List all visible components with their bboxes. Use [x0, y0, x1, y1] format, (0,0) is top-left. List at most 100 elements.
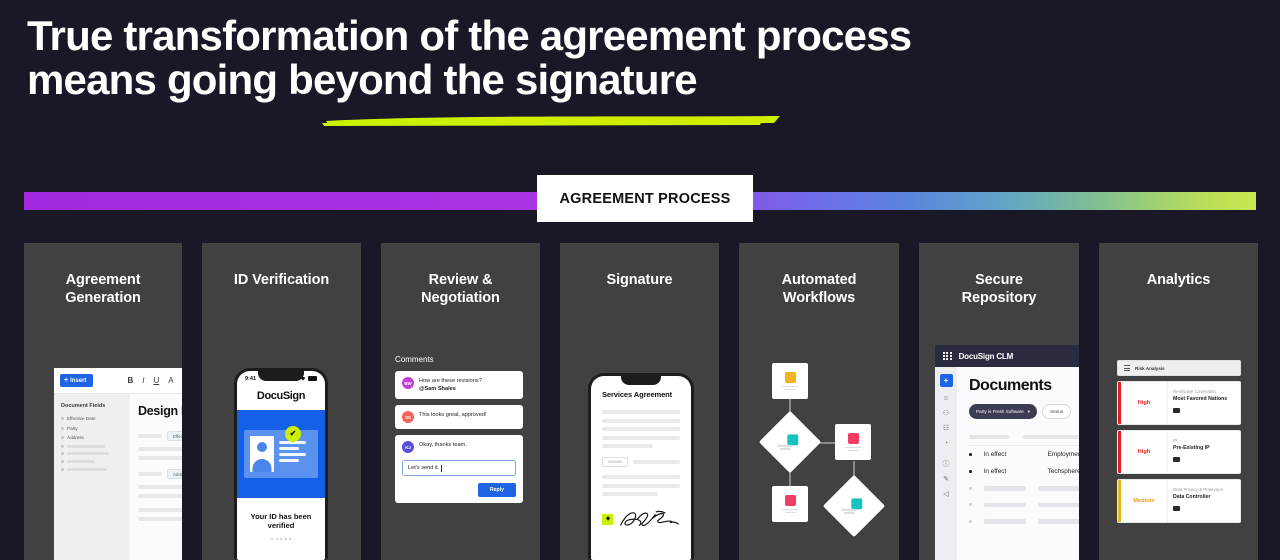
list-icon[interactable]: ☷ — [943, 425, 949, 432]
field-item[interactable]: Party — [61, 426, 123, 431]
clm-sidebar: + ☺ ⚇ ☷ ◔ ⓘ ✎ ◁ — [935, 367, 957, 560]
workflow-node-square[interactable] — [772, 363, 808, 399]
card-signature[interactable]: Signature Services Agreement 00/00/00 — [560, 243, 719, 560]
underline-icon[interactable]: U — [153, 376, 159, 385]
skeleton-line — [602, 483, 680, 488]
skeleton-line — [602, 427, 680, 431]
comment-item[interactable]: SS This looks great, approved! — [395, 405, 523, 429]
field-item[interactable]: Effective Date — [61, 416, 123, 421]
phone-screen: 9:41 DocuSign ✔ Your ID has been verifie… — [237, 371, 325, 560]
field-item[interactable]: Address — [61, 435, 123, 440]
skeleton-line — [279, 459, 299, 462]
skeleton-line — [602, 475, 680, 479]
card-secure-repository[interactable]: Secure Repository DocuSign CLM Search + … — [919, 243, 1079, 560]
info-icon[interactable]: ⓘ — [943, 461, 950, 468]
skeleton-line — [1037, 519, 1079, 524]
risk-level-label: High — [1137, 400, 1151, 406]
font-icon[interactable]: A — [168, 376, 173, 385]
comment-item[interactable]: BW How are these revisions? @Sam Shales — [395, 371, 523, 399]
card-title: Review & Negotiation — [421, 272, 500, 306]
field-item-placeholder — [61, 459, 123, 464]
card-title: Signature — [606, 272, 673, 288]
risk-row[interactable]: Medium Data Privacy & Protection Data Co… — [1117, 479, 1241, 523]
grid-menu-icon[interactable] — [943, 351, 952, 361]
clm-brand-label: DocuSign CLM — [958, 351, 1014, 361]
document-pill-row: Address — [138, 469, 182, 479]
signature-scribble-icon — [620, 510, 679, 526]
skeleton-line — [602, 492, 659, 496]
field-pill-address[interactable]: Address — [167, 469, 182, 479]
filter-pill-status[interactable]: Status — [1042, 404, 1072, 419]
card-title: Analytics — [1146, 272, 1211, 288]
reply-input[interactable]: Let's send it. — [402, 460, 516, 476]
add-button[interactable]: + — [939, 374, 953, 387]
risk-meta: IP Pre-Existing IP — [1167, 431, 1240, 473]
card-agreement-generation[interactable]: Agreement Generation + Insert B I U A ¶ — [24, 243, 182, 560]
signature-area[interactable] — [602, 508, 680, 530]
filter-pill-party[interactable]: Party is Fresh Software ▾ — [969, 404, 1038, 419]
person-icon[interactable]: ☺ — [942, 395, 949, 402]
comment-item-with-reply[interactable]: KJ Okay, thanks team. Let's send it. Rep… — [395, 435, 523, 503]
skeleton-line — [983, 486, 1026, 491]
workflow-node-diamond[interactable] — [758, 410, 822, 474]
skeleton-line — [138, 447, 182, 451]
edit-icon[interactable]: ✎ — [943, 476, 949, 483]
field-dot-icon — [61, 426, 64, 430]
comment-mention[interactable]: @Sam Shales — [419, 385, 482, 393]
italic-icon[interactable]: I — [142, 376, 144, 385]
skeleton-line — [633, 460, 680, 464]
document-icon — [1173, 408, 1180, 413]
card-analytics[interactable]: Analytics Risk Analysis High Restrictive… — [1099, 243, 1258, 560]
bold-icon[interactable]: B — [127, 376, 133, 385]
card-review-negotiation[interactable]: Review & Negotiation Comments BW How are… — [381, 243, 540, 560]
phone-notch — [258, 371, 304, 381]
plus-icon: + — [64, 377, 69, 384]
group-icon[interactable]: ⚇ — [943, 410, 949, 417]
comment-text: Okay, thanks team. — [419, 442, 467, 448]
node-lines — [782, 385, 798, 391]
insert-button-label: Insert — [70, 377, 87, 384]
stage-card-row: Agreement Generation + Insert B I U A ¶ — [24, 243, 1260, 560]
id-card-illustration — [244, 430, 318, 478]
avatar-head-icon — [257, 442, 267, 452]
reply-button[interactable]: Reply — [477, 483, 516, 497]
card-title: Agreement Generation — [65, 272, 141, 306]
date-field-pill[interactable]: 00/00/00 — [602, 457, 628, 467]
verified-check-icon: ✔ — [285, 426, 301, 442]
status-dot-icon — [969, 519, 972, 523]
workflow-node-square[interactable] — [772, 486, 808, 522]
risk-row[interactable]: High Restrictive Covenants Most Favored … — [1117, 381, 1241, 425]
card-automated-workflows[interactable]: Automated Workflows — [739, 243, 899, 560]
node-lines — [777, 444, 794, 450]
risk-analysis-header[interactable]: Risk Analysis — [1117, 360, 1241, 376]
risk-row[interactable]: High IP Pre-Existing IP — [1117, 430, 1241, 474]
risk-name: Data Controller — [1173, 494, 1211, 500]
risk-meta: Restrictive Covenants Most Favored Natio… — [1167, 382, 1240, 424]
table-row[interactable]: In effect Employment — [969, 446, 1079, 463]
skeleton-line — [138, 434, 162, 438]
field-pill-effective[interactable]: Effective — [167, 431, 182, 441]
announce-icon[interactable]: ◁ — [943, 491, 948, 498]
field-dot-icon — [61, 467, 64, 471]
avatar: KJ — [402, 441, 414, 453]
page-title-line-1: True transformation of the agreement pro… — [27, 12, 912, 59]
card-title: Secure Repository — [961, 272, 1037, 306]
document-heading: Design Pr — [138, 404, 182, 418]
skeleton-line — [67, 467, 107, 471]
card-id-verification[interactable]: ID Verification 9:41 DocuSign ✔ Your ID … — [202, 243, 361, 560]
insert-button[interactable]: + Insert — [60, 374, 94, 387]
sign-here-tag-icon[interactable] — [602, 513, 613, 525]
table-row-placeholder — [969, 513, 1079, 530]
workflow-node-diamond[interactable] — [822, 474, 886, 538]
table-row[interactable]: In effect Techsphere — [969, 463, 1079, 480]
skeleton-line — [969, 435, 1009, 439]
risk-level-label: High — [1137, 449, 1151, 455]
card-title: ID Verification — [233, 272, 330, 288]
field-dot-icon — [61, 436, 64, 439]
eye-icon[interactable]: ◔ — [944, 440, 948, 447]
skeleton-line — [602, 444, 654, 448]
page-title: True transformation of the agreement pro… — [27, 14, 1067, 102]
table-row-placeholder — [969, 480, 1079, 497]
avatar: SS — [402, 411, 414, 423]
workflow-node-square[interactable] — [835, 424, 871, 460]
